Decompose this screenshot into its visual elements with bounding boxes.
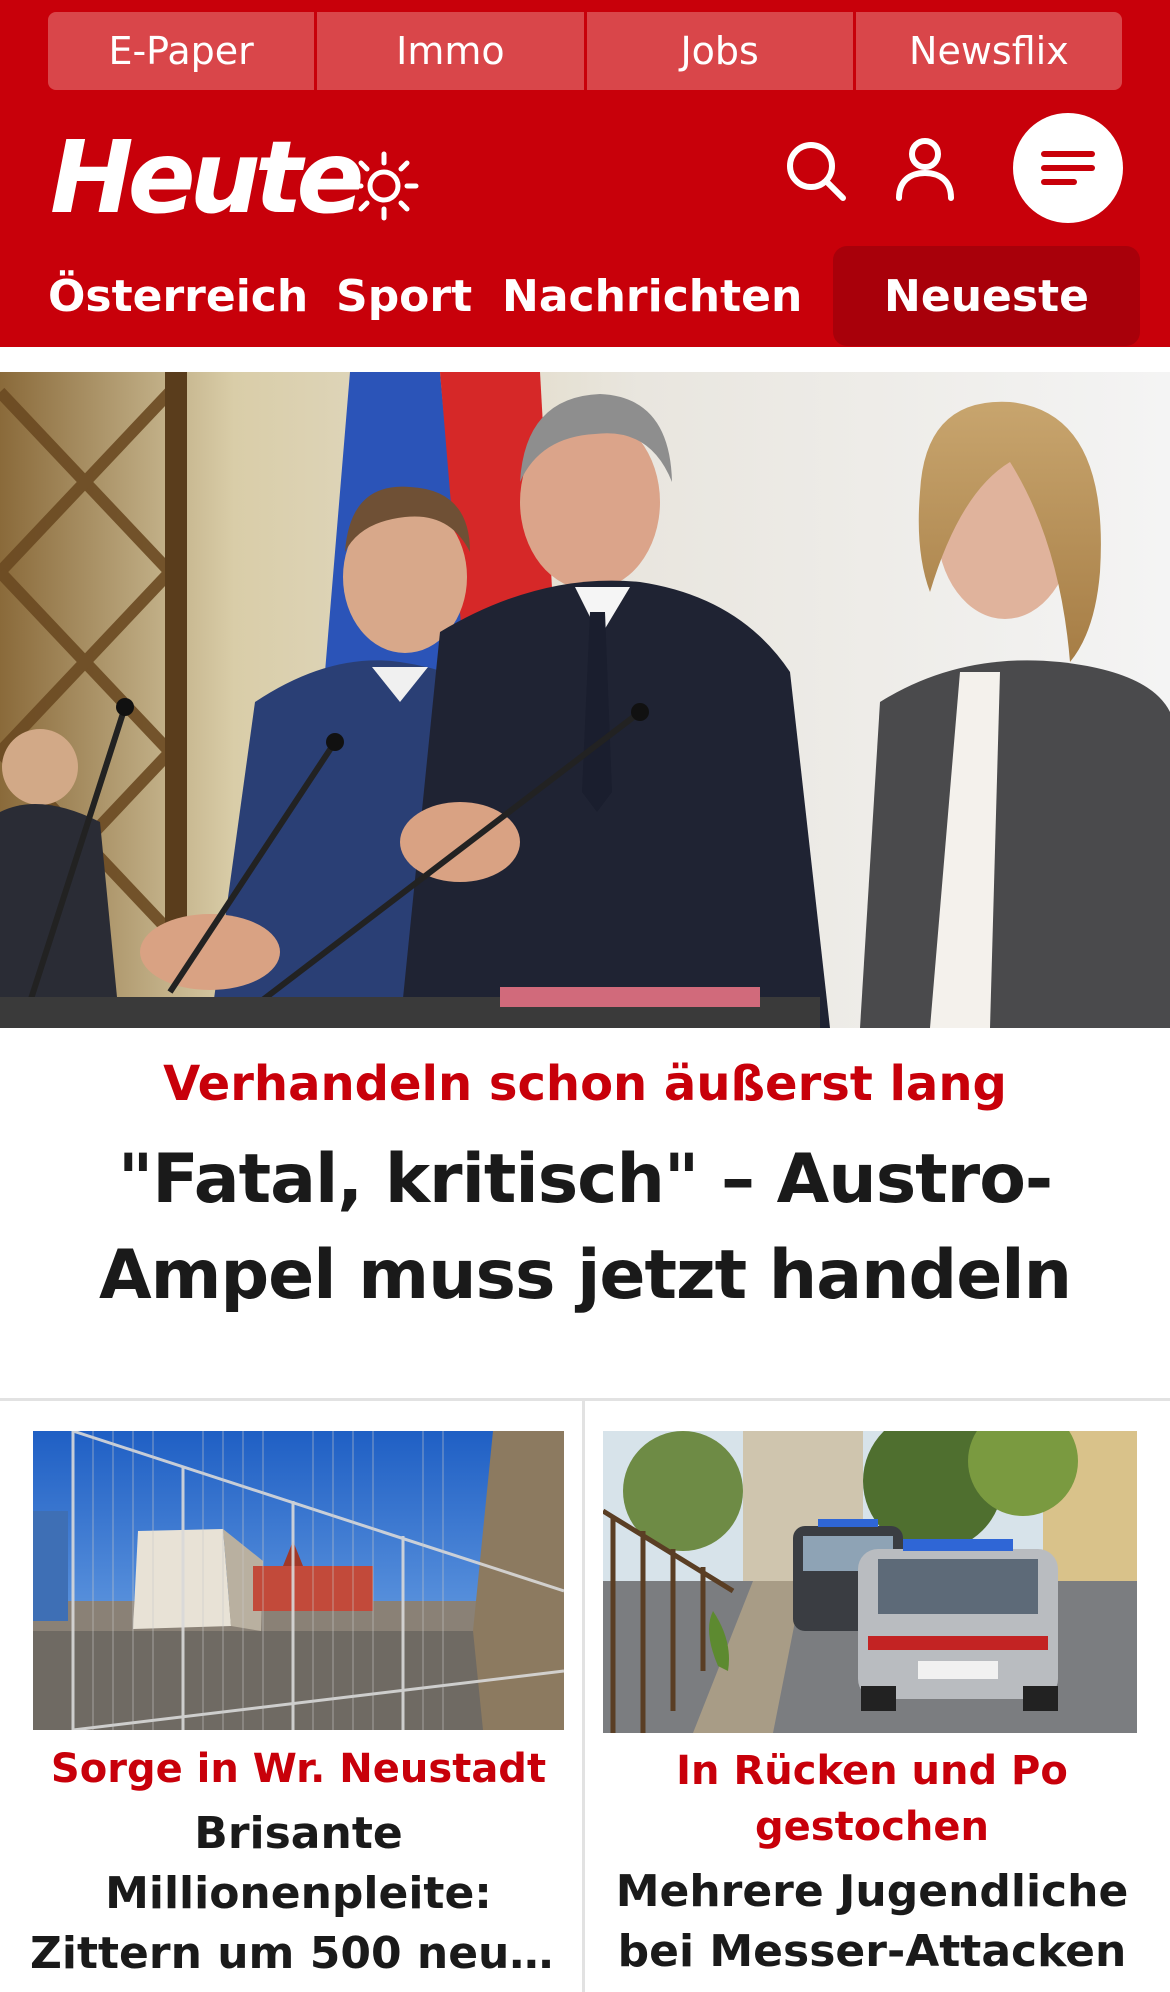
top-link-epaper[interactable]: E-Paper [48,12,318,90]
hero-kicker[interactable]: Verhandeln schon äußerst lang [0,1052,1170,1116]
card-title-2[interactable]: Mehrere Jugendliche bei Messer-Attacken [598,1862,1146,1982]
sun-icon[interactable] [348,150,420,222]
card-title-1-line-1: Brisante [194,1808,403,1859]
column-divider [582,1398,585,1992]
menu-button[interactable] [1013,113,1123,223]
press-conference-photo [0,372,1170,1028]
top-links-bar: E-Paper Immo Jobs Newsflix [48,12,1122,90]
nav-item-oesterreich[interactable]: Österreich [48,246,308,346]
construction-site-fence-photo [33,1431,564,1730]
police-cars-street-photo [603,1431,1137,1733]
nav-item-nachrichten[interactable]: Nachrichten [502,246,802,346]
card-title-1-line-2: Millionenpleite: [105,1868,492,1919]
main-nav: Österreich Sport Nachrichten Neueste [0,246,1170,346]
nav-item-sport[interactable]: Sport [336,246,472,346]
card-image-2[interactable] [603,1431,1137,1733]
search-icon[interactable] [783,138,849,204]
card-title-1-line-3: Zittern um 500 neue... [30,1928,567,1979]
hero-image[interactable] [0,372,1170,1028]
nav-item-neueste[interactable]: Neueste [833,246,1140,346]
top-link-newsflix[interactable]: Newsflix [855,12,1122,90]
hero-title[interactable]: "Fatal, kritisch" – Austro-Ampel muss je… [20,1132,1150,1324]
card-title-1[interactable]: Brisante Millionenpleite: Zittern um 500… [30,1804,567,1984]
card-kicker-1[interactable]: Sorge in Wr. Neustadt [30,1741,567,1797]
section-divider [0,1398,1170,1401]
top-link-immo[interactable]: Immo [317,12,587,90]
site-logo[interactable]: Heute [50,118,364,238]
user-icon[interactable] [892,136,958,202]
card-kicker-2[interactable]: In Rücken und Po gestochen [598,1743,1146,1855]
menu-icon [1041,151,1095,185]
top-link-jobs[interactable]: Jobs [586,12,856,90]
card-image-1[interactable] [33,1431,564,1730]
